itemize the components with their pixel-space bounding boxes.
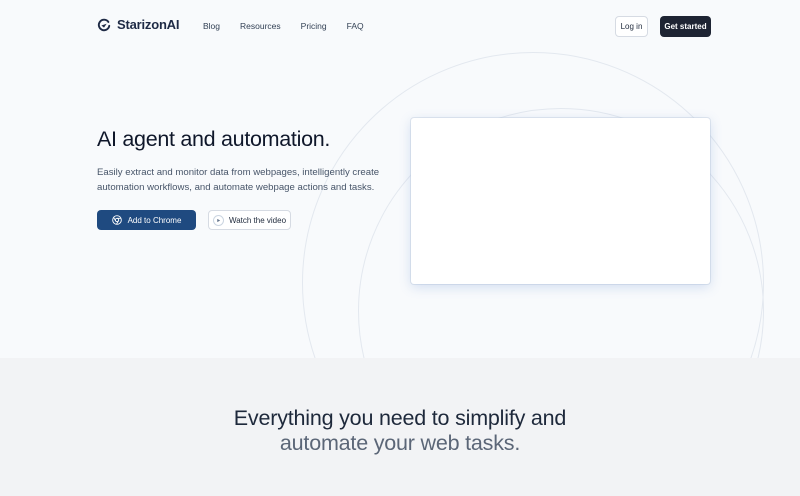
add-to-chrome-label: Add to Chrome — [127, 215, 182, 225]
nav-links: Blog Resources Pricing FAQ — [203, 21, 364, 31]
chrome-icon — [111, 215, 122, 225]
add-to-chrome-button[interactable]: Add to Chrome — [97, 210, 196, 230]
nav-link-resources[interactable]: Resources — [240, 21, 281, 31]
features-title: Everything you need to simplify and — [233, 406, 567, 430]
features-subtitle: automate your web tasks. — [279, 431, 521, 455]
watch-video-label: Watch the video — [228, 215, 287, 225]
hero-description: Easily extract and monitor data from web… — [97, 167, 380, 193]
nav-link-pricing[interactable]: Pricing — [301, 21, 327, 31]
product-preview-card — [411, 118, 710, 284]
hero-title: AI agent and automation. — [97, 127, 331, 151]
brand-logo[interactable]: StarizonAI — [97, 17, 179, 32]
features-section: Everything you need to simplify and auto… — [0, 358, 800, 496]
top-navbar: StarizonAI Blog Resources Pricing FAQ Lo… — [0, 0, 800, 52]
nav-link-blog[interactable]: Blog — [203, 21, 220, 31]
get-started-button[interactable]: Get started — [660, 16, 711, 37]
starizon-logo-icon — [97, 18, 111, 31]
brand-name: StarizonAI — [117, 17, 180, 32]
login-button[interactable]: Log in — [615, 16, 648, 37]
watch-video-button[interactable]: Watch the video — [208, 210, 291, 230]
play-icon — [212, 214, 224, 226]
hero-section: StarizonAI Blog Resources Pricing FAQ Lo… — [0, 0, 800, 358]
nav-link-faq[interactable]: FAQ — [347, 21, 364, 31]
